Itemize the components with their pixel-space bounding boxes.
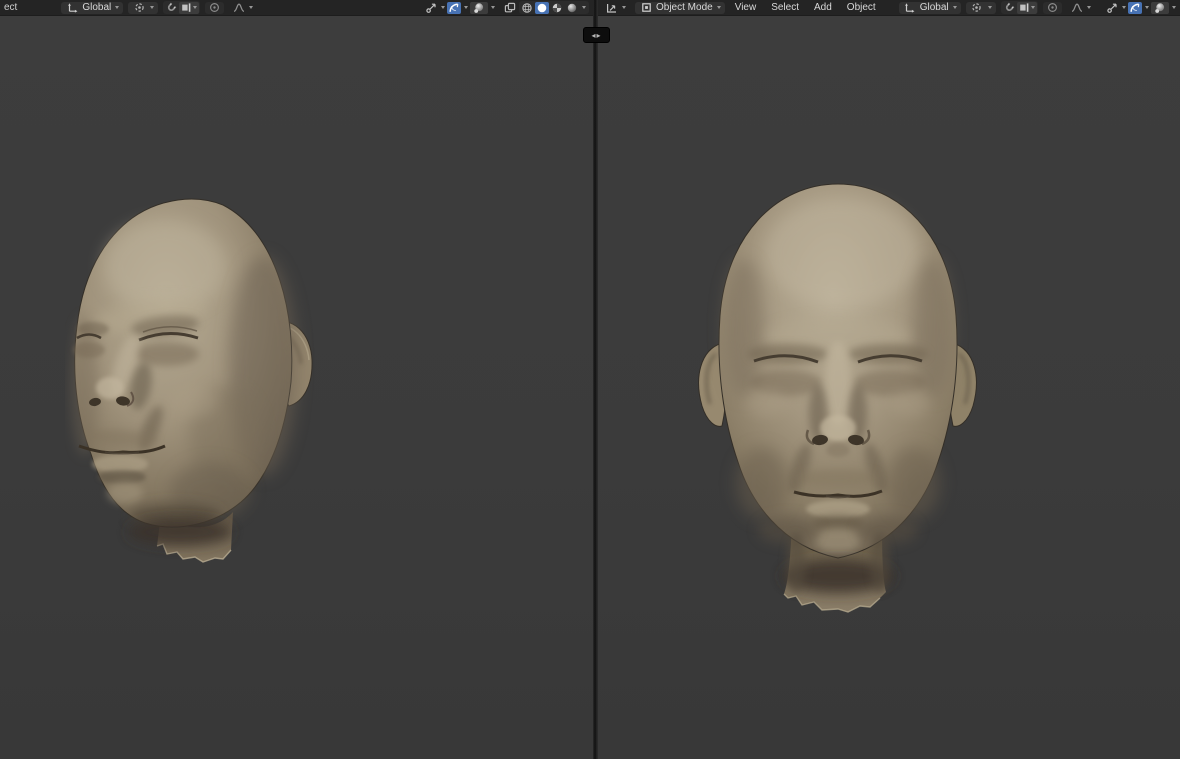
proportional-editing-toggle[interactable] — [205, 2, 224, 14]
chevron-down-icon — [622, 6, 626, 9]
chevron-down-icon — [988, 6, 992, 9]
falloff-dropdown[interactable] — [229, 2, 257, 14]
snap-magnet-toggle[interactable] — [1002, 2, 1016, 14]
render-preview-dropdown[interactable] — [470, 2, 488, 14]
snap-magnet-toggle[interactable] — [164, 2, 178, 14]
viewport-divider[interactable] — [593, 0, 598, 759]
transform-orientation-dropdown[interactable]: Global — [899, 2, 961, 14]
chevron-down-icon — [1087, 6, 1091, 9]
snapping-group — [1001, 1, 1038, 14]
render-preview-sphere-icon — [473, 2, 485, 14]
shading-solid-button[interactable] — [535, 2, 549, 14]
chevron-down-icon — [953, 6, 957, 9]
toggle-xray-button[interactable] — [503, 2, 517, 14]
viewport-right: Object Mode View Select Add Object Globa… — [598, 0, 1180, 759]
chevron-down-icon — [150, 6, 154, 9]
shading-wireframe-button[interactable] — [520, 2, 534, 14]
orientation-label: Global — [82, 2, 111, 13]
pivot-point-icon — [132, 2, 146, 14]
overlays-dropdown-chevron[interactable] — [464, 6, 468, 9]
chevron-down-icon — [193, 6, 197, 9]
proportional-editing-toggle[interactable] — [1043, 2, 1062, 14]
viewport-right-display-cluster — [1105, 2, 1176, 14]
snap-target-dropdown[interactable] — [179, 2, 199, 14]
shading-mode-group — [519, 1, 589, 14]
orientation-axes-icon — [903, 2, 917, 14]
snapping-group — [163, 1, 200, 14]
chevron-down-icon — [1031, 6, 1035, 9]
pivot-point-icon — [970, 2, 984, 14]
render-preview-chevron[interactable] — [491, 6, 495, 9]
render-preview-sphere-icon — [1154, 2, 1166, 14]
clipped-object-menu[interactable]: ect — [4, 2, 23, 13]
show-overlays-toggle[interactable] — [1128, 2, 1142, 14]
menu-object[interactable]: Object — [842, 2, 881, 13]
head-model-front[interactable] — [692, 178, 983, 615]
viewport-right-header: Object Mode View Select Add Object Globa… — [598, 0, 1180, 16]
mode-label: Object Mode — [656, 2, 713, 13]
editor-3d-viewport-icon — [606, 2, 618, 14]
orientation-axes-icon — [65, 2, 79, 14]
shading-dropdown-chevron[interactable] — [582, 6, 586, 9]
overlays-dropdown-chevron[interactable] — [1145, 6, 1149, 9]
mode-dropdown[interactable]: Object Mode — [635, 2, 725, 14]
viewport-left: ect Global — [0, 0, 593, 759]
gizmo-dropdown-chevron[interactable] — [1122, 6, 1126, 9]
orientation-label: Global — [920, 2, 949, 13]
show-gizmo-toggle[interactable] — [1105, 2, 1119, 14]
viewport-left-canvas[interactable] — [0, 16, 593, 759]
render-preview-chevron[interactable] — [1172, 6, 1176, 9]
viewport-left-header: ect Global — [0, 0, 593, 16]
divider-resize-handle[interactable]: ◂▸ — [583, 27, 610, 43]
pivot-point-dropdown[interactable] — [966, 2, 996, 14]
menu-select[interactable]: Select — [766, 2, 804, 13]
proportional-editing-icon — [1047, 2, 1058, 13]
editor-type-dropdown[interactable] — [602, 2, 630, 14]
gizmo-dropdown-chevron[interactable] — [441, 6, 445, 9]
pivot-point-dropdown[interactable] — [128, 2, 158, 14]
falloff-curve-icon — [233, 2, 245, 13]
shading-material-button[interactable] — [550, 2, 564, 14]
blender-window: ect Global — [0, 0, 1180, 759]
transform-orientation-dropdown[interactable]: Global — [61, 2, 123, 14]
proportional-editing-icon — [209, 2, 220, 13]
falloff-dropdown[interactable] — [1067, 2, 1095, 14]
viewport-right-canvas[interactable] — [598, 16, 1180, 759]
object-mode-icon — [639, 2, 653, 14]
shading-rendered-button[interactable] — [565, 2, 579, 14]
menu-view[interactable]: View — [730, 2, 762, 13]
viewport-left-display-cluster — [424, 1, 589, 14]
render-preview-dropdown[interactable] — [1151, 2, 1169, 14]
head-model-three-quarter[interactable] — [65, 196, 315, 569]
menu-add[interactable]: Add — [809, 2, 837, 13]
chevron-down-icon — [249, 6, 253, 9]
show-gizmo-toggle[interactable] — [424, 2, 438, 14]
snap-target-dropdown[interactable] — [1017, 2, 1037, 14]
chevron-down-icon — [717, 6, 721, 9]
falloff-curve-icon — [1071, 2, 1083, 13]
chevron-down-icon — [115, 6, 119, 9]
show-overlays-toggle[interactable] — [447, 2, 461, 14]
